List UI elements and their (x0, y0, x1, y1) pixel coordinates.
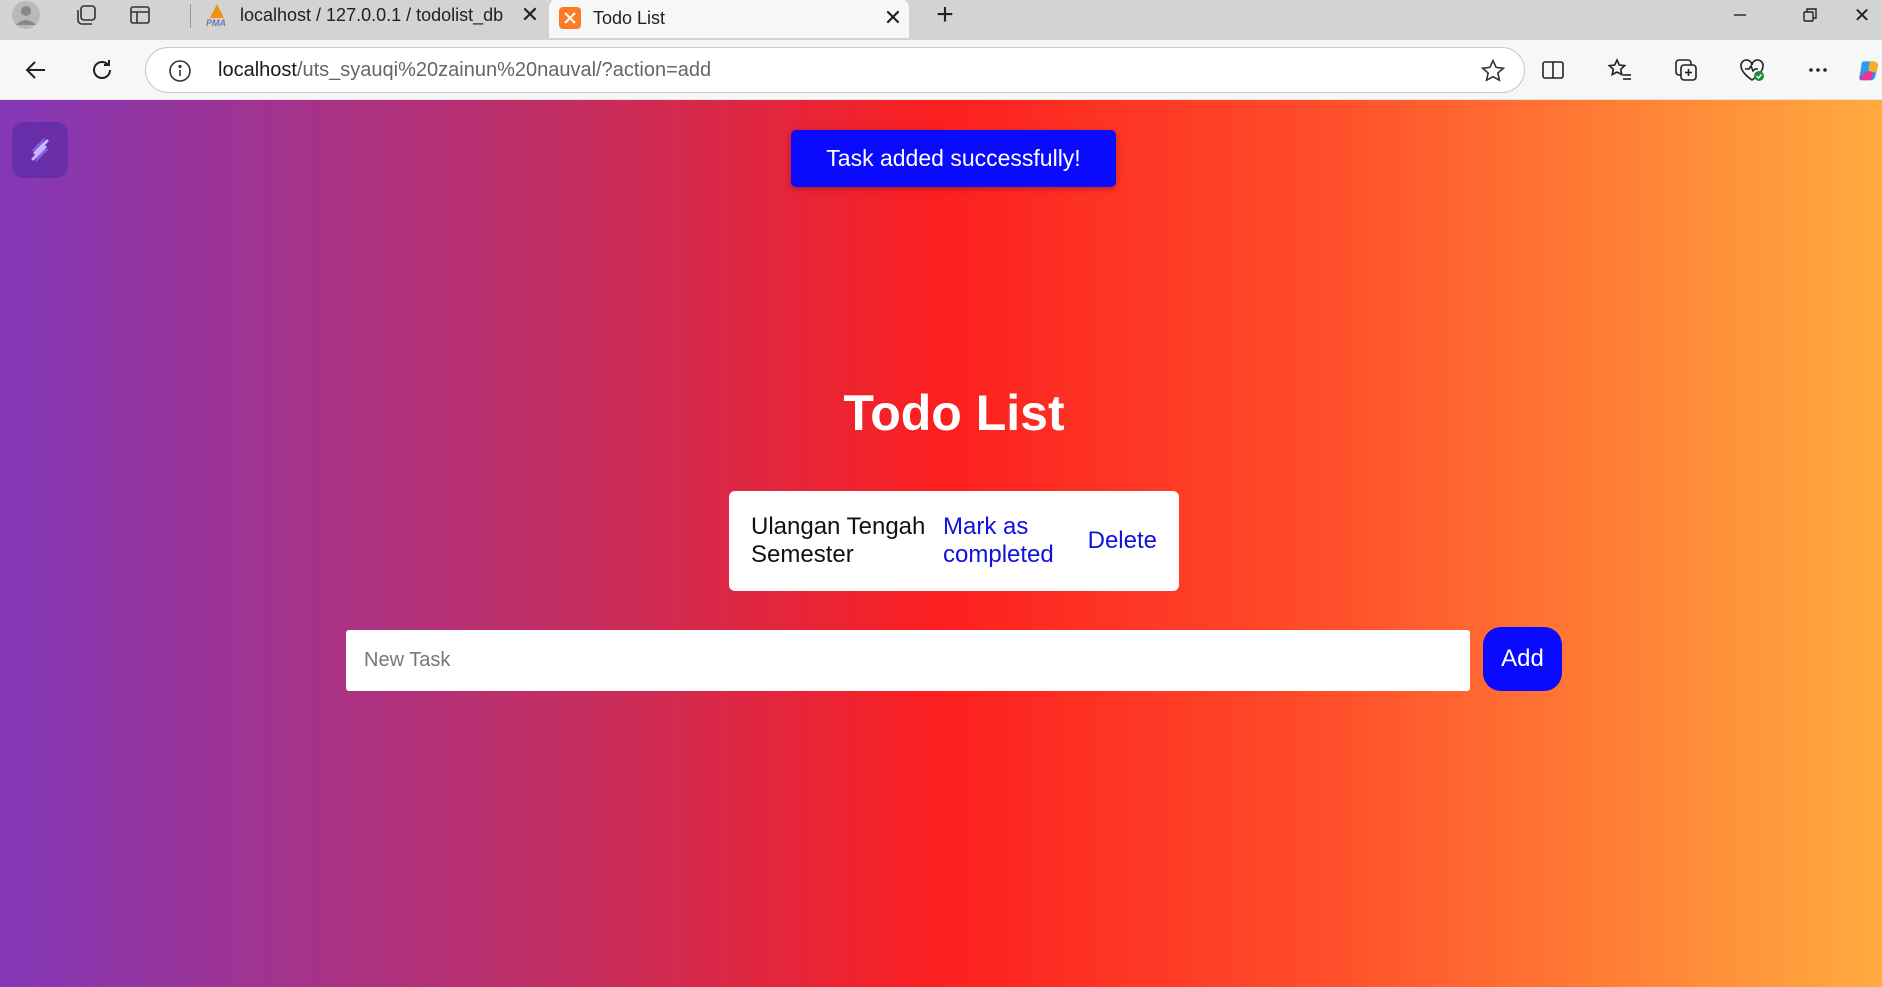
tab-todo-list[interactable]: Todo List ✕ (549, 0, 909, 38)
tab-separator (190, 4, 191, 28)
site-info-icon[interactable] (168, 59, 192, 83)
tab-title: Todo List (593, 7, 666, 28)
tab-strip: PMA localhost / 127.0.0.1 / todolist_db … (0, 0, 1882, 40)
copilot-icon[interactable] (1858, 50, 1882, 90)
tab-phpmyadmin[interactable]: PMA localhost / 127.0.0.1 / todolist_db … (196, 0, 546, 30)
new-tab-icon[interactable]: + (925, 0, 965, 31)
extension-badge[interactable] (12, 122, 68, 178)
url-path: /uts_syauqi%20zainun%20nauval/?action=ad… (296, 59, 712, 81)
todo-page: Task added successfully! Todo List Ulang… (0, 100, 1882, 987)
profile-icon[interactable] (6, 0, 46, 30)
xampp-icon (557, 5, 583, 31)
extension-logo-icon (31, 137, 49, 163)
phpmyadmin-icon: PMA (204, 2, 230, 28)
browser-toolbar: localhost/uts_syauqi%20zainun%20nauval/?… (0, 40, 1882, 100)
url-host: localhost (218, 59, 297, 81)
close-tab-icon[interactable]: ✕ (514, 0, 546, 30)
page-title: Todo List (843, 385, 1065, 441)
tab-title: localhost / 127.0.0.1 / todolist_db (240, 4, 504, 25)
minimize-icon[interactable] (1710, 0, 1770, 30)
close-window-icon[interactable]: ✕ (1842, 0, 1882, 30)
new-task-input[interactable] (346, 630, 1470, 691)
more-options-icon[interactable] (1798, 50, 1838, 90)
restore-icon[interactable] (1780, 0, 1840, 30)
address-bar[interactable]: localhost/uts_syauqi%20zainun%20nauval/?… (145, 47, 1525, 93)
url-text: localhost/uts_syauqi%20zainun%20nauval/?… (218, 59, 711, 82)
mark-completed-link[interactable]: Mark as completed (943, 513, 1063, 569)
browser-essentials-icon[interactable] (1732, 50, 1772, 90)
delete-task-link[interactable]: Delete (1088, 527, 1157, 555)
favorites-icon[interactable] (1600, 50, 1640, 90)
workspaces-icon[interactable] (66, 0, 106, 30)
success-toast: Task added successfully! (791, 130, 1116, 187)
refresh-icon[interactable] (82, 50, 122, 90)
task-text: Ulangan Tengah Semester (751, 513, 926, 568)
split-screen-icon[interactable] (1533, 50, 1573, 90)
task-item: Ulangan Tengah Semester Mark as complete… (729, 491, 1179, 591)
vertical-tabs-icon[interactable] (120, 0, 160, 30)
collections-icon[interactable] (1666, 50, 1706, 90)
close-tab-icon[interactable]: ✕ (877, 3, 909, 33)
add-task-button[interactable]: Add (1483, 627, 1562, 691)
favorite-star-icon[interactable] (1480, 58, 1506, 84)
back-arrow-icon[interactable] (16, 50, 56, 90)
